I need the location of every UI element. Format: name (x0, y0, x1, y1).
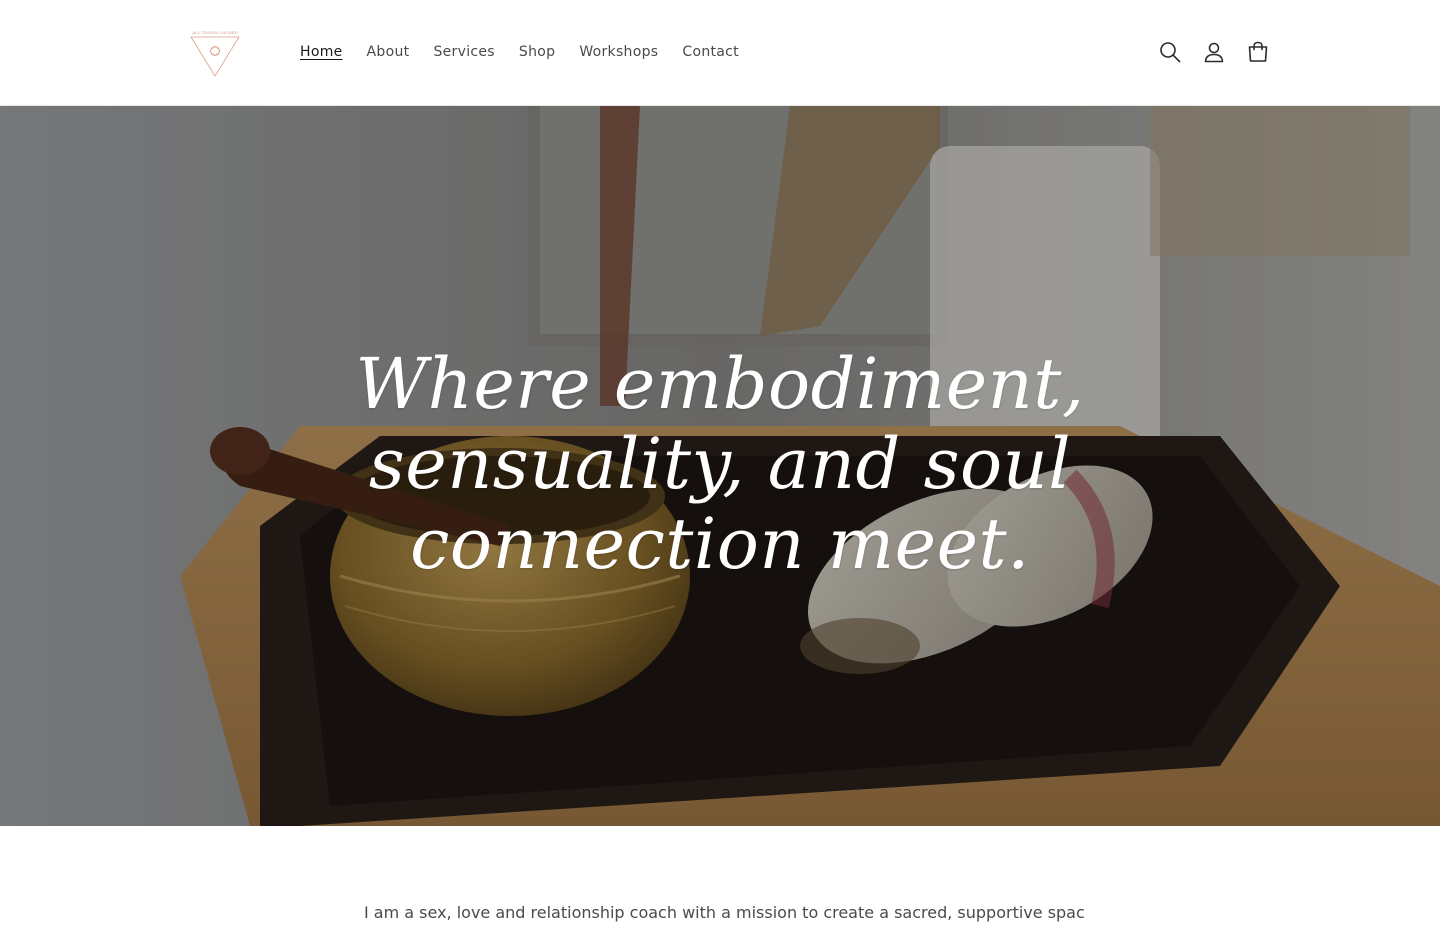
header-actions (1154, 30, 1274, 74)
intro-paragraph: I am a sex, love and relationship coach … (364, 903, 1084, 922)
logo-wordmark: ALL THINGS SACRED (191, 30, 238, 35)
main-nav: Home About Services Shop Workshops Conta… (288, 0, 751, 104)
cart-icon (1248, 41, 1268, 62)
search-button[interactable] (1154, 30, 1186, 74)
triangle-logo-icon: ALL THINGS SACRED (190, 30, 240, 77)
nav-about[interactable]: About (355, 42, 422, 62)
nav-home[interactable]: Home (288, 42, 355, 62)
nav-workshops[interactable]: Workshops (567, 42, 670, 62)
hero-heading: Where embodiment, sensuality, and soul c… (355, 343, 1085, 585)
cart-button[interactable] (1242, 30, 1274, 74)
nav-services[interactable]: Services (421, 42, 506, 62)
nav-contact[interactable]: Contact (670, 42, 751, 62)
brand-logo[interactable]: ALL THINGS SACRED (188, 26, 242, 80)
nav-shop[interactable]: Shop (507, 42, 567, 62)
account-button[interactable] (1198, 30, 1230, 74)
search-icon (1160, 42, 1181, 63)
account-icon (1204, 42, 1224, 63)
hero-banner: Where embodiment, sensuality, and soul c… (0, 106, 1440, 826)
site-header: ALL THINGS SACRED Home About Services Sh… (0, 0, 1440, 106)
